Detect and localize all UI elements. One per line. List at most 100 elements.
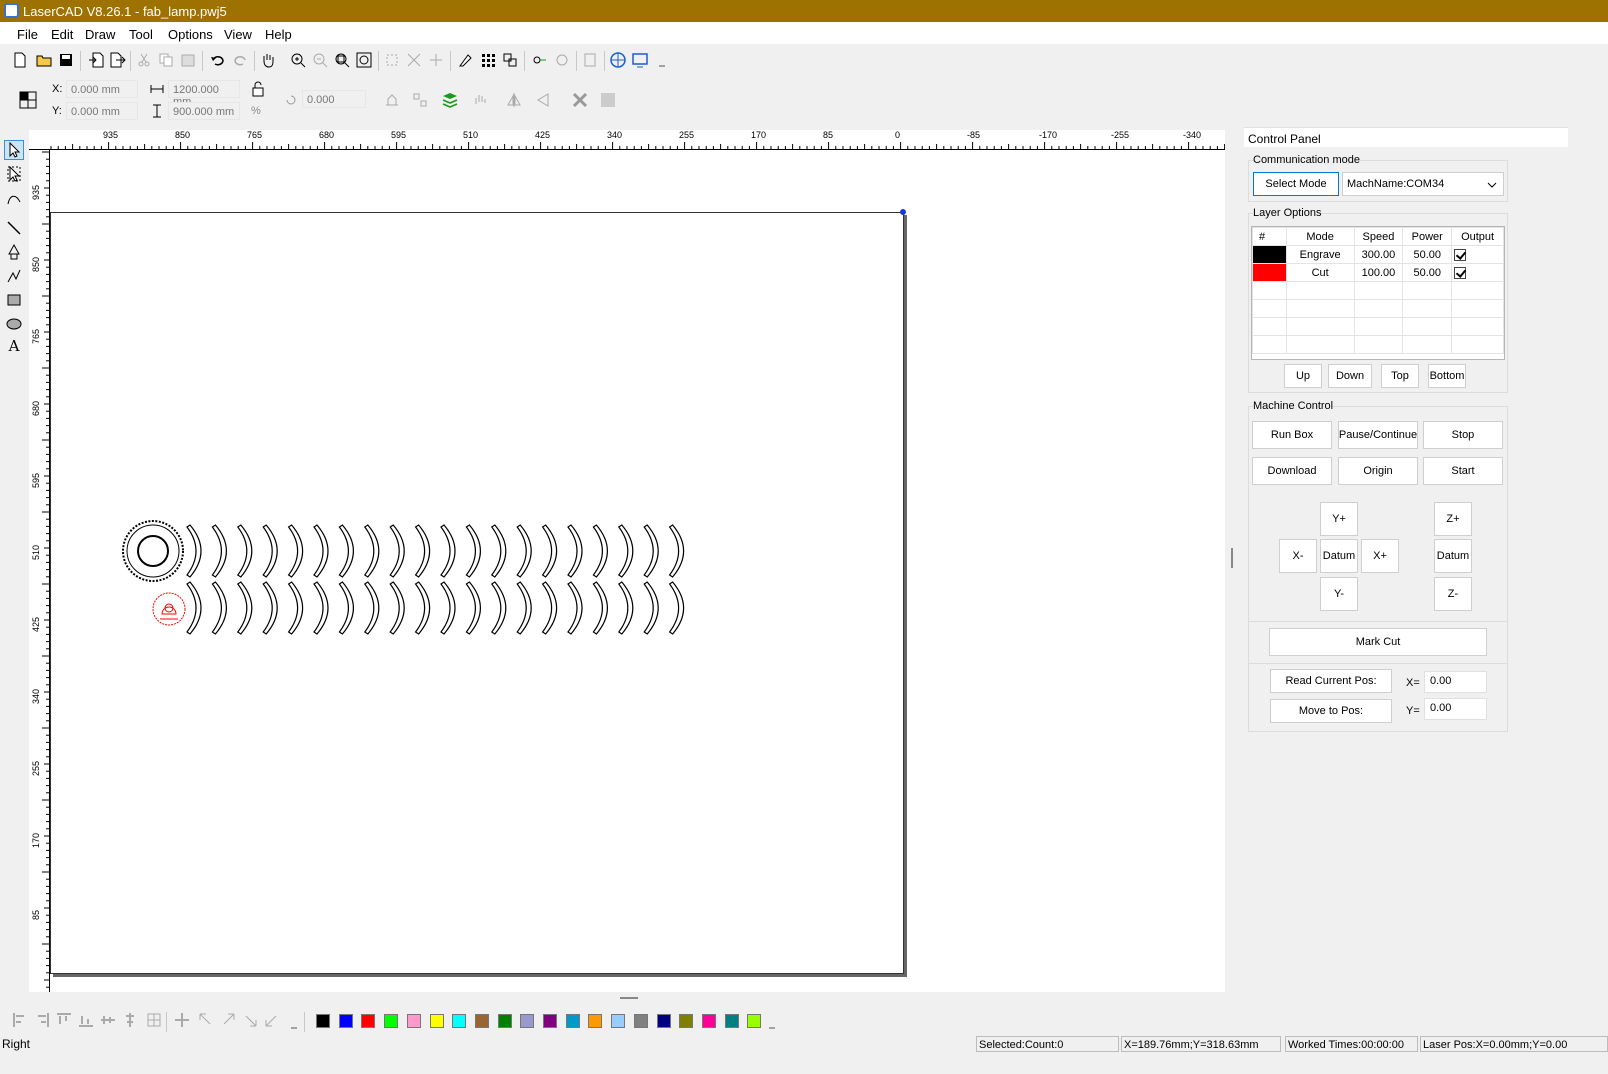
- menu-draw[interactable]: Draw: [85, 27, 115, 42]
- rotation-field[interactable]: 0.000: [302, 90, 366, 108]
- layer-power[interactable]: 50.00: [1402, 263, 1453, 282]
- palette-swatch[interactable]: [633, 1014, 648, 1028]
- palette-swatch[interactable]: [338, 1014, 353, 1028]
- layer-mode[interactable]: Cut: [1285, 263, 1355, 282]
- datum-xy-button[interactable]: Datum: [1320, 539, 1358, 573]
- palette-swatch[interactable]: [656, 1014, 671, 1028]
- table-row[interactable]: Cut 100.00 50.00: [1252, 263, 1504, 282]
- layer-power[interactable]: 50.00: [1402, 245, 1453, 264]
- hand-tool-icon[interactable]: [470, 90, 490, 110]
- read-current-pos-button[interactable]: Read Current Pos:: [1270, 669, 1392, 693]
- jog-x-plus-button[interactable]: X+: [1361, 539, 1399, 573]
- anchor-grid-icon[interactable]: [18, 90, 38, 110]
- pen-tool-icon[interactable]: [4, 242, 24, 262]
- zoom-fit-icon[interactable]: [354, 50, 374, 70]
- panel-splitter[interactable]: [1231, 548, 1233, 568]
- text-tool-icon[interactable]: A: [4, 336, 24, 356]
- move-to-center-icon[interactable]: [172, 1010, 192, 1030]
- align-center-icon[interactable]: [144, 1010, 164, 1030]
- machine-select[interactable]: MachName:COM34: [1342, 172, 1504, 196]
- palette-swatch[interactable]: [497, 1014, 512, 1028]
- palette-swatch[interactable]: [543, 1014, 557, 1028]
- node-join-icon[interactable]: [426, 50, 446, 70]
- y-position-field[interactable]: 0.000 mm: [66, 102, 138, 120]
- import-icon[interactable]: [86, 50, 106, 70]
- jog-y-minus-button[interactable]: Y-: [1320, 577, 1358, 611]
- align-left-icon[interactable]: [10, 1010, 30, 1030]
- paste-icon[interactable]: [178, 50, 198, 70]
- zoom-in-icon[interactable]: [288, 50, 308, 70]
- palette-swatch[interactable]: [565, 1014, 580, 1028]
- menu-file[interactable]: File: [17, 27, 38, 42]
- path-optimize-icon[interactable]: [456, 50, 476, 70]
- canvas-splitter[interactable]: [620, 997, 638, 999]
- palette-swatch[interactable]: [316, 1014, 330, 1028]
- palette-swatch[interactable]: [679, 1014, 694, 1028]
- zoom-window-icon[interactable]: [332, 50, 352, 70]
- palette-overflow-icon[interactable]: [762, 1016, 782, 1036]
- node-select-icon[interactable]: [382, 50, 402, 70]
- polyline-tool-icon[interactable]: [4, 266, 24, 286]
- y-pos-input[interactable]: 0.00: [1424, 698, 1487, 720]
- palette-swatch[interactable]: [474, 1014, 489, 1028]
- palette-swatch[interactable]: [588, 1014, 603, 1028]
- toolbar-overflow-icon[interactable]: [652, 54, 672, 74]
- jog-z-plus-button[interactable]: Z+: [1434, 502, 1472, 536]
- web-icon[interactable]: [608, 50, 628, 70]
- lock-ratio-icon[interactable]: [248, 79, 268, 99]
- start-button[interactable]: Start: [1423, 457, 1503, 485]
- array-icon[interactable]: [478, 50, 498, 70]
- pattern-icon[interactable]: [598, 90, 618, 110]
- align-right-icon[interactable]: [32, 1010, 52, 1030]
- palette-swatch[interactable]: [361, 1014, 376, 1028]
- layer-bottom-button[interactable]: Bottom: [1428, 364, 1466, 388]
- x-position-field[interactable]: 0.000 mm: [66, 80, 138, 98]
- move-top-left-icon[interactable]: [196, 1010, 216, 1030]
- new-file-icon[interactable]: [10, 50, 30, 70]
- align-center-h-icon[interactable]: [98, 1010, 118, 1030]
- palette-swatch[interactable]: [429, 1014, 444, 1028]
- table-row[interactable]: Engrave 300.00 50.00: [1252, 245, 1504, 264]
- align-icon[interactable]: [534, 90, 554, 110]
- align-top-icon[interactable]: [54, 1010, 74, 1030]
- layer-speed[interactable]: 300.00: [1353, 245, 1404, 264]
- palette-swatch[interactable]: [724, 1014, 739, 1028]
- move-bottom-left-icon[interactable]: [262, 1010, 282, 1030]
- layer-up-button[interactable]: Up: [1284, 364, 1322, 388]
- pause-continue-button[interactable]: Pause/Continue: [1338, 421, 1418, 449]
- ellipse-tool-icon[interactable]: [4, 314, 24, 334]
- rectangle-tool-icon[interactable]: [4, 290, 24, 310]
- palette-swatch[interactable]: [406, 1014, 421, 1028]
- export-icon[interactable]: [108, 50, 128, 70]
- palette-swatch[interactable]: [520, 1014, 535, 1028]
- menu-edit[interactable]: Edit: [51, 27, 73, 42]
- jog-z-minus-button[interactable]: Z-: [1434, 577, 1472, 611]
- monitor-icon[interactable]: [630, 50, 650, 70]
- run-box-button[interactable]: Run Box: [1252, 421, 1332, 449]
- height-field[interactable]: 900.000 mm: [168, 102, 240, 120]
- mark-cut-button[interactable]: Mark Cut: [1269, 628, 1487, 656]
- palette-swatch[interactable]: [747, 1014, 762, 1028]
- pan-hand-icon[interactable]: [258, 50, 278, 70]
- layer-color-swatch[interactable]: [1252, 245, 1287, 264]
- move-top-right-icon[interactable]: [218, 1010, 238, 1030]
- menu-tool[interactable]: Tool: [129, 27, 153, 42]
- palette-swatch[interactable]: [452, 1014, 467, 1028]
- align-center-v-icon[interactable]: [120, 1010, 140, 1030]
- layer-down-button[interactable]: Down: [1328, 364, 1372, 388]
- zoom-out-icon[interactable]: [310, 50, 330, 70]
- layer-mode[interactable]: Engrave: [1285, 245, 1355, 264]
- stop-button[interactable]: Stop: [1423, 421, 1503, 449]
- menu-view[interactable]: View: [224, 27, 252, 42]
- distort-icon[interactable]: [570, 90, 590, 110]
- flip-icon[interactable]: [504, 90, 524, 110]
- save-icon[interactable]: [56, 50, 76, 70]
- jog-x-minus-button[interactable]: X-: [1279, 539, 1317, 573]
- select-arrow-icon[interactable]: [4, 140, 24, 160]
- jog-y-plus-button[interactable]: Y+: [1320, 502, 1358, 536]
- palette-swatch[interactable]: [384, 1014, 399, 1028]
- curve-edit-icon[interactable]: [4, 188, 24, 208]
- simulate-icon[interactable]: [530, 50, 550, 70]
- undo-icon[interactable]: [208, 50, 228, 70]
- output-checkbox[interactable]: [1454, 248, 1467, 261]
